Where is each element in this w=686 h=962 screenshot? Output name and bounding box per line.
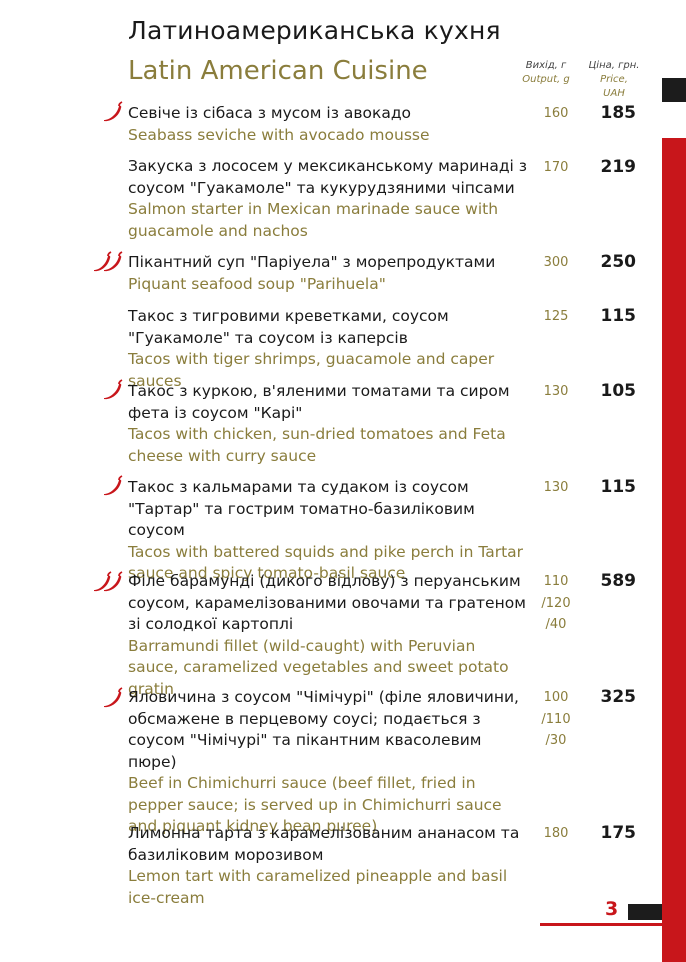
dish-output: 170 [543, 160, 569, 175]
dish-output: 300 [543, 255, 569, 270]
dish-name-ua: Такос з кальмарами та судаком із соусом … [128, 478, 475, 539]
page-title-en: Latin American Cuisine [128, 56, 428, 86]
dish-name-en: Lemon tart with caramelized pineapple an… [128, 867, 508, 907]
dish-name-en: Salmon starter in Mexican marinade sauce… [128, 200, 499, 240]
dish-name-ua: Такос з куркою, в'яленими томатами та си… [128, 382, 510, 422]
dish-output: 125 [543, 309, 569, 324]
dish-output: 160 [543, 106, 569, 121]
dish-price: 175 [600, 823, 637, 843]
dish-price: 219 [600, 157, 637, 177]
dish-output: 130 [543, 384, 569, 399]
chili-pepper-icon [100, 686, 124, 714]
dish-name-en: Piquant seafood soup "Parihuela" [128, 274, 386, 293]
dish-output: 130 [543, 480, 569, 495]
output-line: /120 [541, 595, 571, 611]
dish-name-ua: Лимонна тарта з карамелізованим ананасом… [128, 824, 520, 864]
price-header-en: Price, UAH [600, 74, 628, 99]
output-line: /30 [545, 733, 567, 748]
chili-pepper-icon [100, 474, 124, 502]
dish-output: 110 /120 /40 [530, 571, 582, 636]
dish-price: 105 [600, 381, 637, 401]
dish-price: 115 [600, 306, 637, 326]
dish-price: 250 [600, 252, 637, 272]
dish-output: 100 /110 /30 [530, 687, 582, 752]
dish-name-ua: Закуска з лососем у мексиканському марин… [128, 157, 528, 197]
output-line: 110 [543, 574, 569, 589]
dish-output: 180 [543, 826, 569, 841]
dish-name-ua: Філе барамунді (дикого відлову) з перуан… [128, 572, 526, 633]
side-dark-tab [662, 78, 686, 102]
dish-price: 115 [600, 477, 637, 497]
dish-name-ua: Яловичина з соусом "Чімічурі" (філе ялов… [128, 688, 519, 771]
output-header-en: Output, g [522, 74, 570, 85]
price-column-header: Ціна, грн. Price, UAH [588, 59, 640, 101]
dish-price: 589 [600, 571, 637, 591]
page-number: 3 [605, 898, 619, 920]
dish-name-ua: Пікантний суп "Паріуела" з морепродуктам… [128, 253, 496, 271]
dish-name-ua: Севіче із сібаса з мусом із авокадо [128, 104, 412, 122]
side-red-bar [662, 138, 686, 918]
bottom-red-bar [662, 918, 686, 962]
bottom-dark-tab [628, 904, 662, 920]
chili-pepper-icon [100, 378, 124, 406]
dish-name-en: Tacos with chicken, sun-dried tomatoes a… [128, 425, 506, 465]
output-line: /110 [541, 711, 571, 727]
dish-price: 325 [600, 687, 637, 707]
dish-name-en: Seabass seviche with avocado mousse [128, 125, 430, 144]
page-title-ua: Латиноамериканська кухня [128, 16, 501, 45]
dish-name-ua: Такос з тигровими креветками, соусом "Гу… [128, 307, 449, 347]
chili-pepper-icon [92, 250, 126, 278]
chili-pepper-icon [92, 570, 126, 598]
dish-price: 185 [600, 103, 637, 123]
output-line: 100 [543, 690, 569, 705]
output-header-ua: Вихід, г [525, 60, 567, 71]
output-line: /40 [545, 617, 567, 632]
chili-pepper-icon [100, 100, 124, 128]
output-column-header: Вихід, г Output, g [520, 59, 572, 87]
price-header-ua: Ціна, грн. [588, 60, 640, 71]
